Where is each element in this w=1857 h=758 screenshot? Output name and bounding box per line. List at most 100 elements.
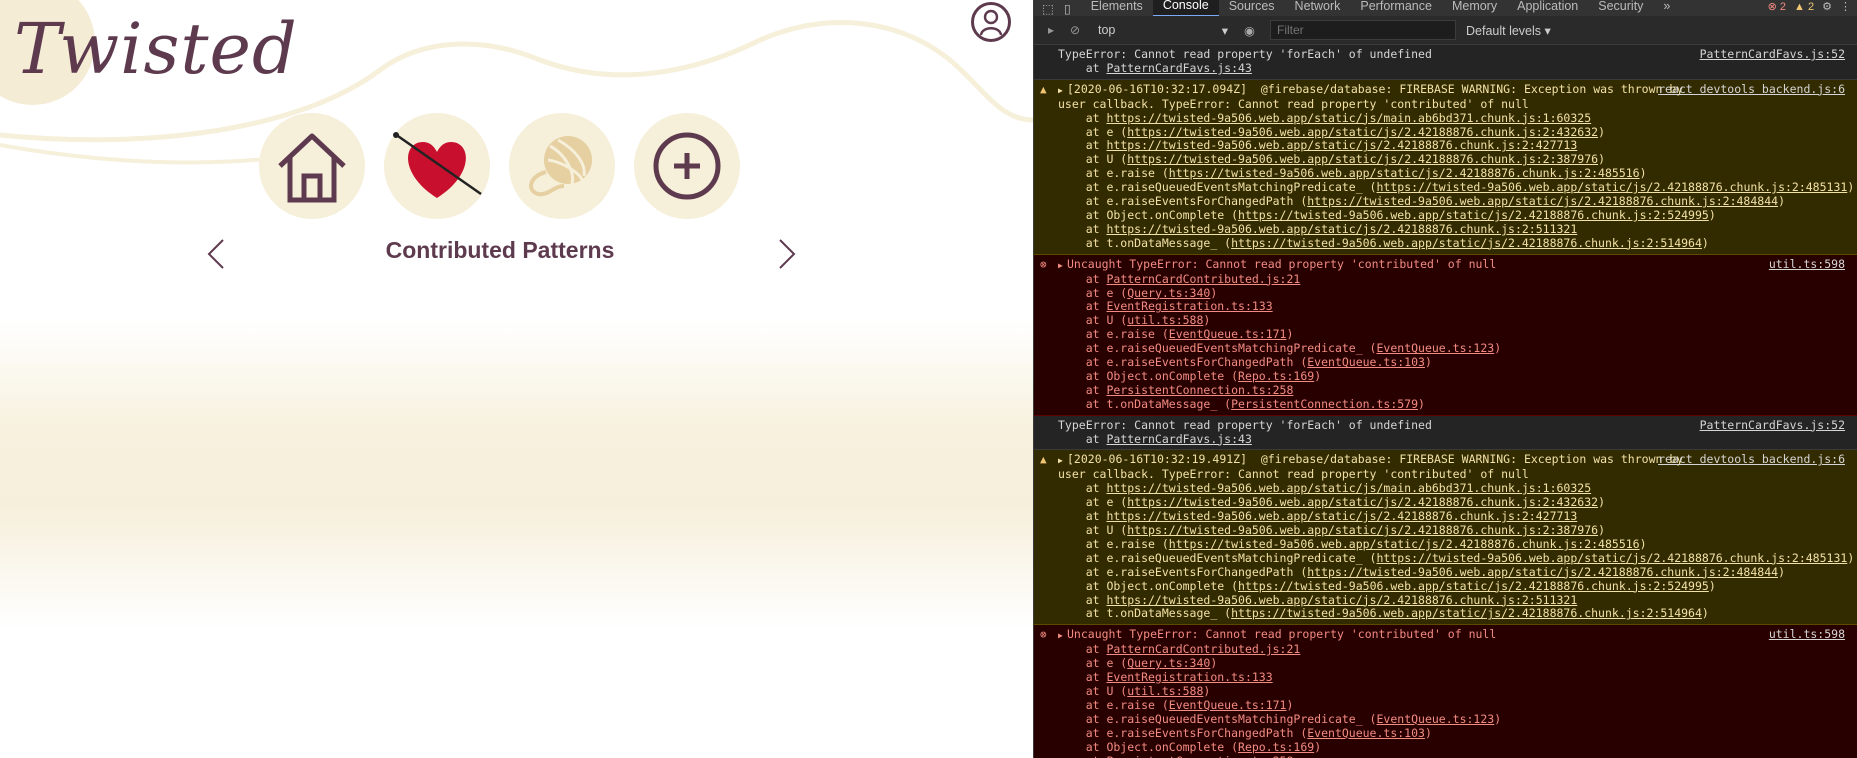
- stack-frame-link[interactable]: PatternCardFavs.js:43: [1106, 61, 1251, 75]
- live-expression-eye-icon[interactable]: ◉: [1244, 23, 1260, 38]
- stack-frame-link[interactable]: EventQueue.ts:123: [1377, 341, 1495, 355]
- expand-triangle-icon[interactable]: ▶: [1058, 84, 1067, 98]
- stack-frame-link[interactable]: Query.ts:340: [1127, 286, 1210, 300]
- stack-frame-link[interactable]: https://twisted-9a506.web.app/static/js/…: [1106, 138, 1577, 152]
- stack-frame-link[interactable]: https://twisted-9a506.web.app/static/js/…: [1169, 166, 1640, 180]
- stack-frame-link[interactable]: https://twisted-9a506.web.app/static/js/…: [1307, 565, 1778, 579]
- tab-elements[interactable]: Elements: [1081, 0, 1153, 16]
- stack-frame-link[interactable]: EventQueue.ts:123: [1377, 712, 1495, 726]
- stack-line: user callback. TypeError: Cannot read pr…: [1058, 96, 1529, 111]
- stack-frame-link[interactable]: https://twisted-9a506.web.app/static/js/…: [1127, 523, 1598, 537]
- stack-frame-link[interactable]: Query.ts:340: [1127, 656, 1210, 670]
- message-source-link[interactable]: util.ts:598: [1769, 627, 1845, 642]
- stack-frame-link[interactable]: Repo.ts:169: [1238, 369, 1314, 383]
- error-icon: ⊗: [1040, 257, 1047, 271]
- stack-frame-link[interactable]: https://twisted-9a506.web.app/static/js/…: [1106, 111, 1591, 125]
- message-source-link[interactable]: react devtools backend.js:6: [1658, 82, 1845, 97]
- stack-line: at t.onDataMessage_ (PersistentConnectio…: [1058, 396, 1425, 411]
- more-options-icon[interactable]: ⋮: [1840, 0, 1851, 13]
- stack-frame-link[interactable]: https://twisted-9a506.web.app/static/js/…: [1307, 194, 1778, 208]
- console-message-plain[interactable]: PatternCardFavs.js:52 TypeError: Cannot r…: [1034, 45, 1857, 80]
- tab-memory[interactable]: Memory: [1442, 0, 1507, 16]
- stack-frame-link[interactable]: https://twisted-9a506.web.app/static/js/…: [1127, 495, 1598, 509]
- previous-arrow-button[interactable]: [205, 238, 229, 270]
- stack-line: at https://twisted-9a506.web.app/static/…: [1058, 221, 1578, 236]
- stack-frame-link[interactable]: PersistentConnection.ts:258: [1106, 754, 1293, 758]
- nav-favorites-button[interactable]: [384, 113, 490, 219]
- stack-line: at e.raise (https://twisted-9a506.web.ap…: [1058, 536, 1647, 551]
- console-message-plain[interactable]: PatternCardFavs.js:52 TypeError: Cannot r…: [1034, 415, 1857, 451]
- message-source-link[interactable]: react devtools backend.js:6: [1658, 453, 1845, 467]
- add-icon: [653, 132, 721, 200]
- stack-frame-link[interactable]: https://twisted-9a506.web.app/static/js/…: [1127, 125, 1598, 139]
- stack-frame-link[interactable]: PatternCardFavs.js:43: [1106, 432, 1251, 446]
- message-source-link[interactable]: PatternCardFavs.js:52: [1700, 418, 1845, 433]
- context-selector[interactable]: top ▾: [1098, 23, 1228, 38]
- warning-count-badge[interactable]: ▲ 2: [1794, 1, 1814, 13]
- stack-frame-link[interactable]: https://twisted-9a506.web.app/static/js/…: [1127, 152, 1598, 166]
- stack-frame-link[interactable]: https://twisted-9a506.web.app/static/js/…: [1377, 180, 1848, 194]
- tab-network[interactable]: Network: [1285, 0, 1351, 16]
- nav-home-button[interactable]: [259, 113, 365, 219]
- tab-console[interactable]: Console: [1152, 0, 1219, 17]
- next-arrow-button[interactable]: [774, 238, 798, 270]
- log-levels-dropdown[interactable]: Default levels ▾: [1466, 23, 1551, 38]
- stack-frame-link[interactable]: https://twisted-9a506.web.app/static/js/…: [1238, 579, 1709, 593]
- app-logo[interactable]: Twisted: [14, 8, 298, 90]
- stack-frame-link[interactable]: EventQueue.ts:171: [1169, 327, 1287, 341]
- console-filter-input[interactable]: [1270, 20, 1456, 40]
- stack-frame-link[interactable]: EventQueue.ts:171: [1169, 698, 1287, 712]
- stack-frame-link[interactable]: https://twisted-9a506.web.app/static/js/…: [1106, 481, 1591, 495]
- stack-line: at PersistentConnection.ts:258: [1058, 754, 1845, 758]
- stack-frame-link[interactable]: https://twisted-9a506.web.app/static/js/…: [1106, 509, 1577, 523]
- stack-frame-link[interactable]: https://twisted-9a506.web.app/static/js/…: [1169, 537, 1640, 551]
- profile-avatar-button[interactable]: [971, 2, 1011, 42]
- error-count-badge[interactable]: ⊗ 2: [1768, 0, 1786, 13]
- stack-frame-link[interactable]: https://twisted-9a506.web.app/static/js/…: [1377, 551, 1848, 565]
- message-source-link[interactable]: PatternCardFavs.js:52: [1700, 47, 1845, 62]
- stack-line: at Object.onComplete (Repo.ts:169): [1058, 739, 1322, 754]
- stack-frame-link[interactable]: PersistentConnection.ts:579: [1231, 397, 1418, 411]
- nav-add-button[interactable]: [634, 113, 740, 219]
- stack-frame-link[interactable]: Repo.ts:169: [1238, 740, 1314, 754]
- message-source-link[interactable]: util.ts:598: [1769, 257, 1845, 272]
- app-page: Twisted Contributed Patterns: [0, 0, 1033, 758]
- device-toolbar-icon[interactable]: ▯: [1064, 1, 1071, 16]
- stack-frame-link[interactable]: EventRegistration.ts:133: [1106, 670, 1272, 684]
- console-message-warn[interactable]: ▲ react devtools backend.js:6 ▶ [2020-06-16…: [1034, 450, 1857, 626]
- stack-frame-link[interactable]: PersistentConnection.ts:258: [1106, 383, 1293, 397]
- tab-application[interactable]: Application: [1507, 0, 1588, 16]
- stack-frame-link[interactable]: EventRegistration.ts:133: [1106, 299, 1272, 313]
- stack-frame-link[interactable]: PatternCardContributed.js:21: [1106, 272, 1300, 286]
- stack-frame-link[interactable]: https://twisted-9a506.web.app/static/js/…: [1238, 208, 1709, 222]
- console-message-error[interactable]: ⊗ util.ts:598 ▶ Uncaught TypeError: Cannot …: [1034, 254, 1857, 416]
- tab-sources[interactable]: Sources: [1219, 0, 1285, 16]
- stack-frame-link[interactable]: util.ts:588: [1127, 684, 1203, 698]
- stack-line: at https://twisted-9a506.web.app/static/…: [1058, 481, 1592, 496]
- inspect-element-icon[interactable]: ⬚: [1042, 1, 1054, 16]
- clear-console-icon[interactable]: ⊘: [1068, 23, 1082, 37]
- expand-triangle-icon[interactable]: ▶: [1058, 454, 1067, 468]
- console-message-error[interactable]: ⊗ util.ts:598 ▶ Uncaught TypeError: Cannot …: [1034, 625, 1857, 758]
- stack-line: at e.raiseQueuedEventsMatchingPredicate_…: [1058, 341, 1502, 356]
- console-message-warn[interactable]: ▲ react devtools backend.js:6 ▶ [2020-06-16…: [1034, 79, 1857, 255]
- stack-line: at PatternCardContributed.js:21: [1058, 271, 1301, 286]
- tab-performance[interactable]: Performance: [1350, 0, 1442, 16]
- settings-gear-icon[interactable]: ⚙: [1822, 0, 1832, 13]
- stack-frame-link[interactable]: util.ts:588: [1127, 313, 1203, 327]
- stack-frame-link[interactable]: https://twisted-9a506.web.app/static/js/…: [1106, 222, 1577, 236]
- expand-triangle-icon[interactable]: ▶: [1058, 629, 1067, 643]
- expand-triangle-icon[interactable]: ▶: [1058, 259, 1067, 273]
- tab-security[interactable]: Security: [1588, 0, 1653, 16]
- stack-frame-link[interactable]: EventQueue.ts:103: [1307, 355, 1425, 369]
- stack-frame-link[interactable]: EventQueue.ts:103: [1307, 726, 1425, 740]
- stack-frame-link[interactable]: https://twisted-9a506.web.app/static/js/…: [1106, 593, 1577, 607]
- sidebar-toggle-icon[interactable]: ▸: [1044, 23, 1058, 37]
- nav-patterns-button[interactable]: [509, 113, 615, 219]
- stack-frame-link[interactable]: https://twisted-9a506.web.app/static/js/…: [1231, 236, 1702, 250]
- more-tabs-button[interactable]: »: [1653, 0, 1680, 16]
- stack-frame-link[interactable]: https://twisted-9a506.web.app/static/js/…: [1231, 606, 1702, 620]
- page-title: Contributed Patterns: [385, 237, 615, 263]
- stack-line: at e.raiseEventsForChangedPath (EventQue…: [1058, 355, 1432, 370]
- stack-frame-link[interactable]: PatternCardContributed.js:21: [1106, 642, 1300, 656]
